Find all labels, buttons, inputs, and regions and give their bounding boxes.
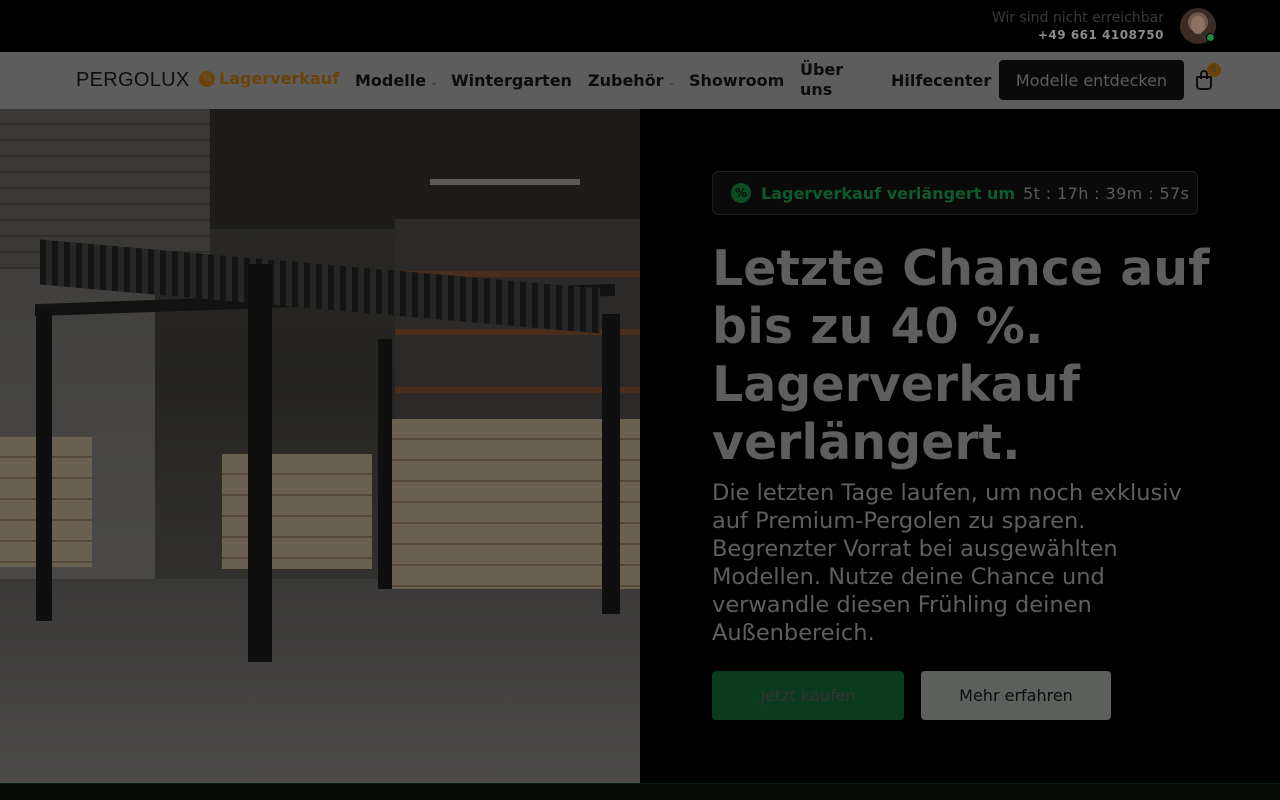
nav-item-showroom[interactable]: Showroom <box>689 71 784 90</box>
cart-bag <box>1196 76 1212 90</box>
nav-item-label: Über uns <box>800 60 844 99</box>
nav-item-hilfecenter[interactable]: Hilfecenter <box>891 71 991 90</box>
pergola-post <box>36 309 52 621</box>
brand-logo[interactable]: PERGOLUX <box>76 69 190 92</box>
pergola-post <box>378 339 392 589</box>
hero-subtext: Die letzten Tage laufen, um noch exklusi… <box>712 480 1182 646</box>
top-contact-bar: Wir sind nicht erreichbar +49 661 410875… <box>0 0 1280 52</box>
countdown-value: 5t : 17h : 39m : 57s <box>1023 183 1190 203</box>
warehouse-floor <box>0 579 640 783</box>
avatar-face <box>1191 16 1205 34</box>
countdown-label: Lagerverkauf verlängert um <box>761 183 1016 203</box>
nav-item-label: Wintergarten <box>451 71 572 90</box>
nav-item-wintergarten[interactable]: Wintergarten <box>451 71 572 90</box>
nav-item-modelle[interactable]: Modelle ⌄ <box>355 71 438 90</box>
cart-count-badge: 0 <box>1207 63 1221 77</box>
contact-info: Wir sind nicht erreichbar +49 661 410875… <box>992 9 1164 43</box>
explore-models-button[interactable]: Modelle entdecken <box>999 60 1184 100</box>
bottom-strip <box>0 783 1280 800</box>
warehouse-ceiling <box>155 109 640 229</box>
nav-item-ueber-uns[interactable]: Über uns <box>800 60 860 100</box>
pergola-post <box>248 264 272 662</box>
nav-item-label: Lagerverkauf <box>219 69 340 88</box>
support-avatar[interactable] <box>1180 8 1216 44</box>
nav-item-label: Showroom <box>689 71 785 90</box>
pallet-boxes <box>222 454 372 569</box>
nav-item-label: Zubehör <box>588 71 664 90</box>
nav-item-lagerverkauf[interactable]: % Lagerverkauf <box>199 69 339 88</box>
pergola-post <box>602 314 620 614</box>
phone-number[interactable]: +49 661 4108750 <box>992 27 1164 43</box>
ceiling-lamp <box>430 179 580 185</box>
availability-status: Wir sind nicht erreichbar <box>991 10 1164 26</box>
learn-more-button[interactable]: Mehr erfahren <box>921 671 1111 720</box>
nav-item-label: Hilfecenter <box>891 71 992 90</box>
hero-headline: Letzte Chance auf bis zu 40 %. Lagerverk… <box>712 240 1210 471</box>
sale-badge-icon: % <box>199 70 215 87</box>
online-indicator <box>1206 33 1215 42</box>
discount-badge-icon: % <box>731 183 751 203</box>
hero-image <box>0 109 640 783</box>
nav-item-zubehoer[interactable]: Zubehör ⌄ <box>588 71 676 90</box>
main-navigation: PERGOLUX % Lagerverkauf Modelle ⌄ Winter… <box>0 52 1280 109</box>
chevron-down-icon: ⌄ <box>430 76 439 88</box>
buy-now-button[interactable]: Jetzt kaufen <box>712 671 904 720</box>
sale-countdown: % Lagerverkauf verlängert um 5t : 17h : … <box>712 171 1198 215</box>
chevron-down-icon: ⌄ <box>667 76 676 88</box>
nav-item-label: Modelle <box>355 71 427 90</box>
